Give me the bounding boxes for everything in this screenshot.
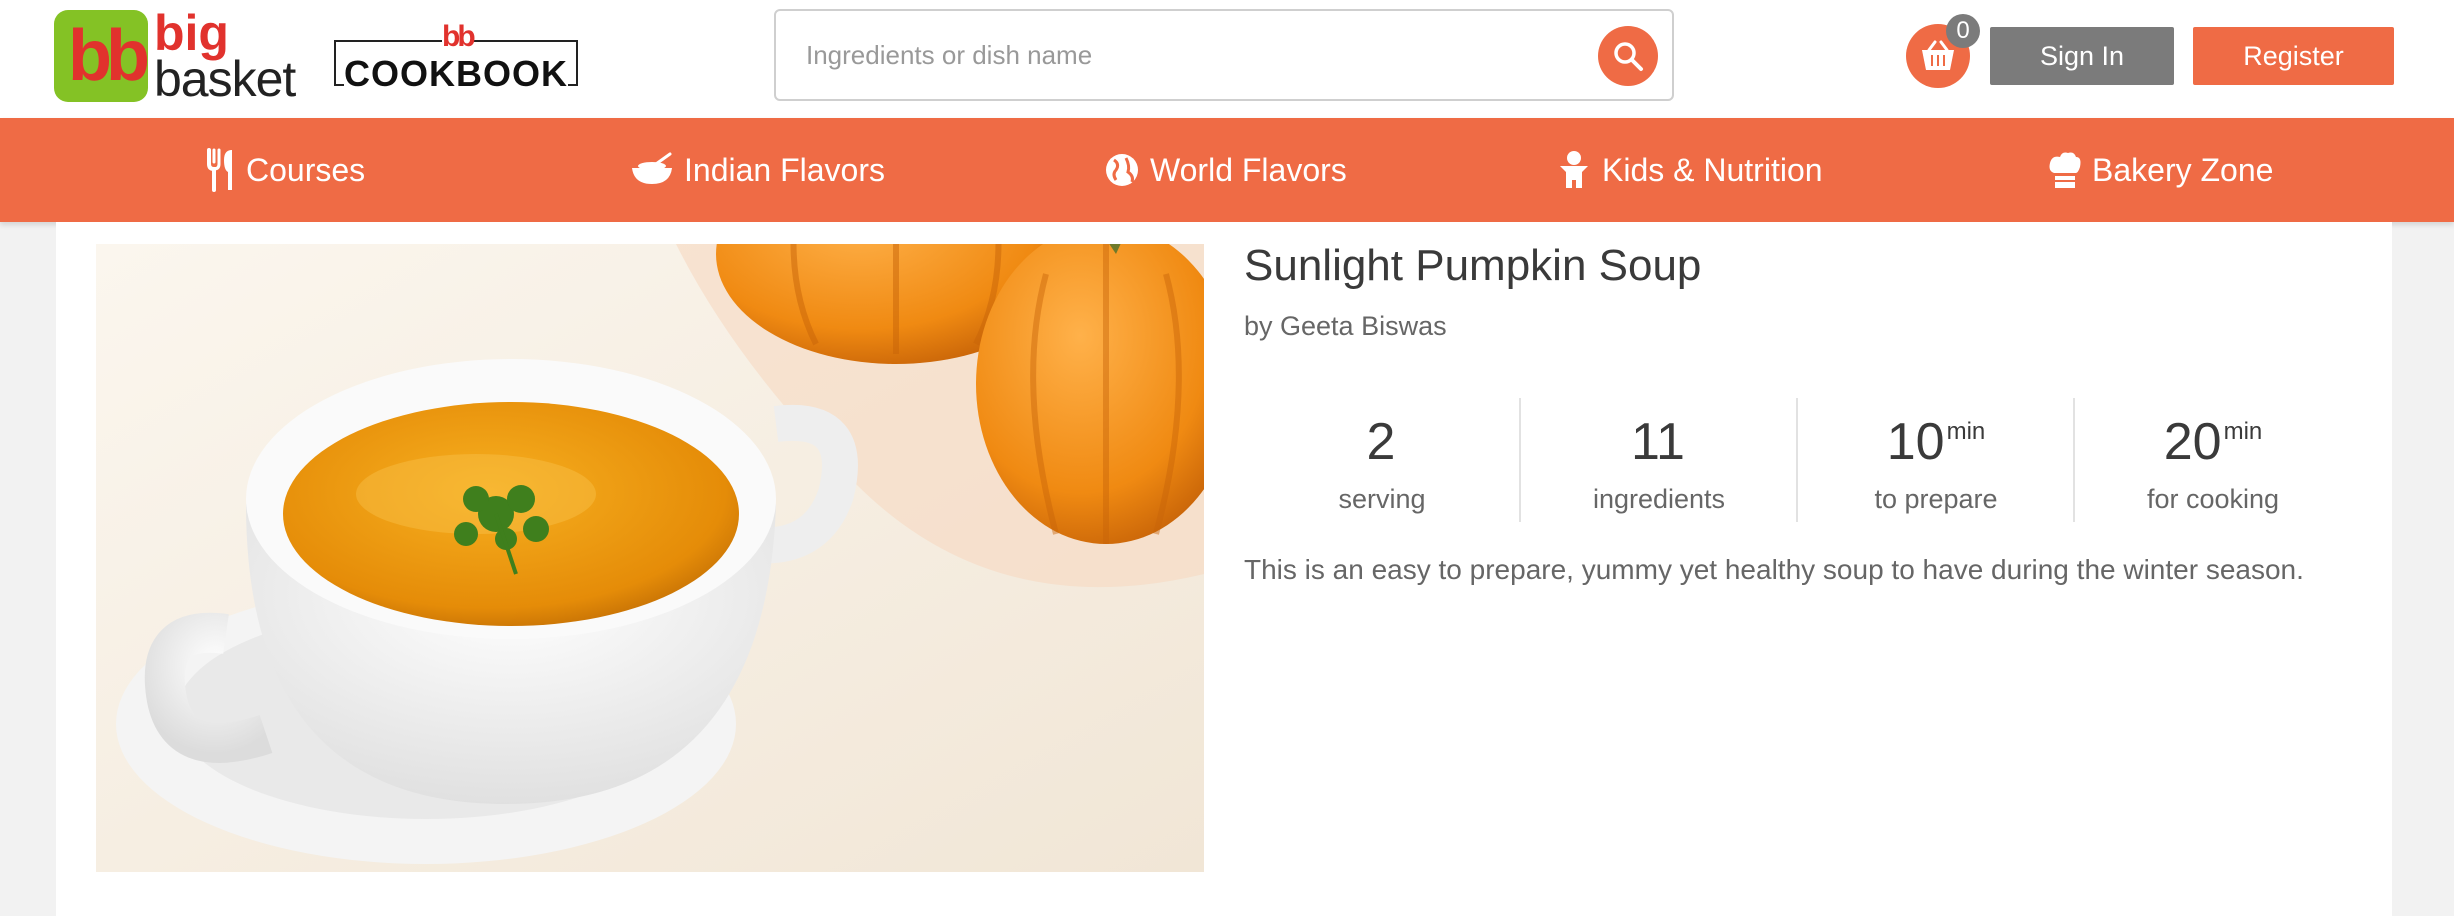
stat-value: 2 [1366, 413, 1396, 471]
nav-item-label: World Flavors [1150, 151, 1347, 188]
stat-servings: 2 serving [1244, 398, 1520, 522]
site-header: bb big basket bb COOKBOOK 0 Sign In Regi… [0, 0, 2454, 118]
nav-item-indian-flavors[interactable]: Indian Flavors [630, 118, 885, 222]
recipe-photo [96, 244, 1204, 872]
stat-ingredients: 11 ingredients [1521, 398, 1797, 522]
nav-item-bakery-zone[interactable]: Bakery Zone [2048, 118, 2273, 222]
stat-label: to prepare [1874, 484, 1998, 514]
stat-prep-time: 10min to prepare [1798, 398, 2074, 522]
category-nav: Courses Indian Flavors World Flavors Kid… [0, 118, 2454, 222]
cookbook-logo-text: COOKBOOK [344, 53, 568, 94]
nav-item-label: Courses [246, 151, 366, 188]
fork-knife-icon [206, 148, 236, 192]
stat-cook-time: 20min for cooking [2075, 398, 2351, 522]
nav-item-kids-nutrition[interactable]: Kids & Nutrition [1556, 118, 1823, 222]
search-button[interactable] [1598, 26, 1658, 86]
stat-label: ingredients [1592, 484, 1726, 514]
cookbook-logo[interactable]: bb COOKBOOK [334, 22, 578, 92]
nav-item-label: Kids & Nutrition [1602, 151, 1823, 188]
bowl-icon [630, 152, 674, 188]
search-bar [774, 9, 1674, 101]
cookbook-logo-mark: bb [442, 22, 476, 56]
bigbasket-logo-basket: basket [154, 51, 296, 107]
sign-in-button[interactable]: Sign In [1990, 27, 2174, 85]
bigbasket-logo[interactable]: bb big basket [54, 8, 296, 104]
recipe-stats: 2 serving 11 ingredients 10min to prepar… [1244, 398, 2279, 522]
search-icon [1614, 42, 1643, 71]
nav-item-label: Bakery Zone [2092, 151, 2274, 188]
chef-hat-icon [2048, 151, 2082, 189]
recipe-title: Sunlight Pumpkin Soup [1244, 241, 1702, 290]
nav-item-courses[interactable]: Courses [206, 118, 365, 222]
nav-item-label: Indian Flavors [684, 151, 885, 188]
bigbasket-logo-mark-text: bb [68, 16, 150, 96]
cart-count-badge: 0 [1946, 14, 1980, 48]
bigbasket-logo-mark: bb [54, 10, 150, 102]
globe-icon [1104, 152, 1140, 188]
recipe-author[interactable]: by Geeta Biswas [1244, 311, 1447, 342]
recipe-description: This is an easy to prepare, yummy yet he… [1244, 554, 2304, 585]
basket-icon [1922, 40, 1954, 70]
search-input[interactable] [806, 33, 1566, 77]
nav-item-world-flavors[interactable]: World Flavors [1104, 118, 1347, 222]
stat-value: 20min [2163, 413, 2263, 471]
stat-label: for cooking [2146, 484, 2280, 514]
stat-value: 11 [1631, 413, 1685, 471]
child-icon [1556, 150, 1592, 190]
register-button[interactable]: Register [2193, 27, 2394, 85]
stat-label: serving [1338, 484, 1426, 514]
stat-value: 10min [1886, 413, 1986, 471]
